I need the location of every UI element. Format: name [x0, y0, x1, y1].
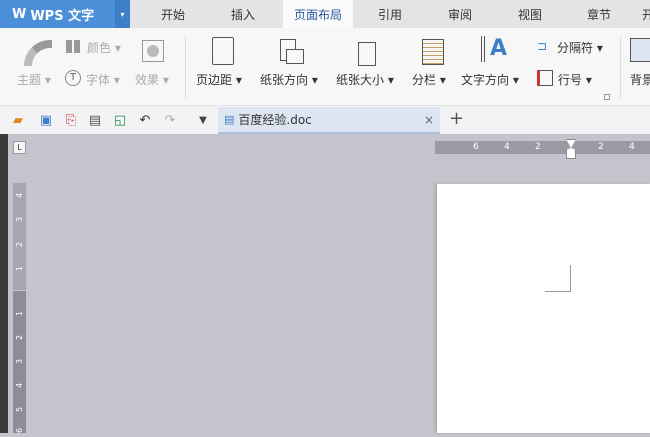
save-icon[interactable]: ▣	[38, 112, 54, 128]
background-button[interactable]: 背景	[630, 71, 650, 88]
divider	[185, 36, 186, 98]
orientation-landscape-icon	[286, 49, 304, 64]
columns-icon	[422, 39, 444, 65]
breaks-button[interactable]: 分隔符 ▾	[557, 39, 603, 56]
margins-button[interactable]: 页边距 ▾	[196, 71, 242, 88]
effect-button[interactable]: 效果 ▾	[135, 71, 169, 88]
print-icon[interactable]: ▤	[87, 112, 103, 128]
text-direction-button[interactable]: 文字方向 ▾	[461, 71, 519, 88]
ruler-label: 1	[15, 310, 24, 317]
app-name: WPS 文字	[30, 8, 95, 24]
margins-icon	[212, 37, 234, 65]
document-page[interactable]	[437, 184, 650, 433]
divider	[620, 36, 621, 98]
left-edge	[0, 134, 8, 433]
breaks-icon: ⊐	[537, 39, 548, 53]
orientation-button[interactable]: 纸张方向 ▾	[260, 71, 318, 88]
tab-dev[interactable]: 开	[638, 0, 650, 28]
tab-review[interactable]: 审阅	[437, 0, 483, 28]
ruler-label: 2	[598, 142, 604, 152]
ruler-label: 2	[535, 142, 541, 152]
print-preview-icon[interactable]: ◱	[112, 112, 128, 128]
ruler-label: 6	[15, 427, 24, 434]
ruler-label: 2	[15, 241, 24, 248]
paper-size-icon	[358, 42, 376, 66]
ruler-label: 2	[15, 334, 24, 341]
undo-icon[interactable]: ↶	[137, 112, 153, 128]
effect-icon	[142, 40, 164, 62]
background-icon	[630, 38, 650, 62]
doc-icon: ▤	[224, 113, 235, 126]
tab-insert[interactable]: 插入	[220, 0, 266, 28]
ruler-label: 4	[15, 192, 24, 199]
ruler-label: 4	[629, 142, 635, 152]
dialog-launcher-icon[interactable]	[604, 94, 610, 100]
ruler-label: 3	[15, 216, 24, 223]
tab-stop-selector[interactable]: L	[13, 141, 26, 154]
margin-corner-mark	[545, 265, 571, 292]
tab-start[interactable]: 开始	[150, 0, 196, 28]
tab-references[interactable]: 引用	[367, 0, 413, 28]
font-button[interactable]: 字体 ▾	[86, 71, 120, 88]
redo-icon[interactable]: ↷	[162, 112, 178, 128]
ruler-label: 4	[504, 142, 510, 152]
tab-sections[interactable]: 章节	[576, 0, 622, 28]
ruler-label: 6	[473, 142, 479, 152]
tab-view[interactable]: 视图	[507, 0, 553, 28]
ruler-label: 4	[15, 382, 24, 389]
open-icon[interactable]: ▰	[10, 112, 26, 128]
ruler-label: 5	[15, 406, 24, 413]
ruler-label: 1	[15, 265, 24, 272]
ruler-label: 3	[15, 358, 24, 365]
color-button[interactable]: 颜色 ▾	[87, 39, 121, 56]
document-title: 百度经验.doc	[238, 113, 312, 127]
horizontal-ruler[interactable]	[435, 141, 650, 154]
chevron-down-icon[interactable]: ▼	[195, 112, 211, 128]
app-menu-button[interactable]: W WPS 文字	[0, 0, 130, 28]
app-menu-dropdown[interactable]: ▾	[115, 0, 130, 28]
export-pdf-icon[interactable]: ⎘	[63, 112, 79, 128]
tab-page-layout[interactable]: 页面布局	[283, 0, 353, 28]
text-direction-icon: A	[481, 36, 507, 62]
close-tab-button[interactable]: ×	[424, 113, 434, 127]
line-numbers-button[interactable]: 行号 ▾	[558, 71, 592, 88]
wps-logo-icon: W	[12, 6, 27, 22]
paper-size-button[interactable]: 纸张大小 ▾	[336, 71, 394, 88]
new-tab-button[interactable]: +	[449, 108, 464, 129]
theme-button[interactable]: 主题 ▾	[17, 71, 51, 88]
color-icon	[66, 40, 80, 53]
font-icon: T	[65, 70, 81, 86]
line-numbers-icon	[537, 70, 553, 86]
document-tab[interactable]: ▤ 百度经验.doc ×	[218, 107, 440, 134]
columns-button[interactable]: 分栏 ▾	[412, 71, 446, 88]
